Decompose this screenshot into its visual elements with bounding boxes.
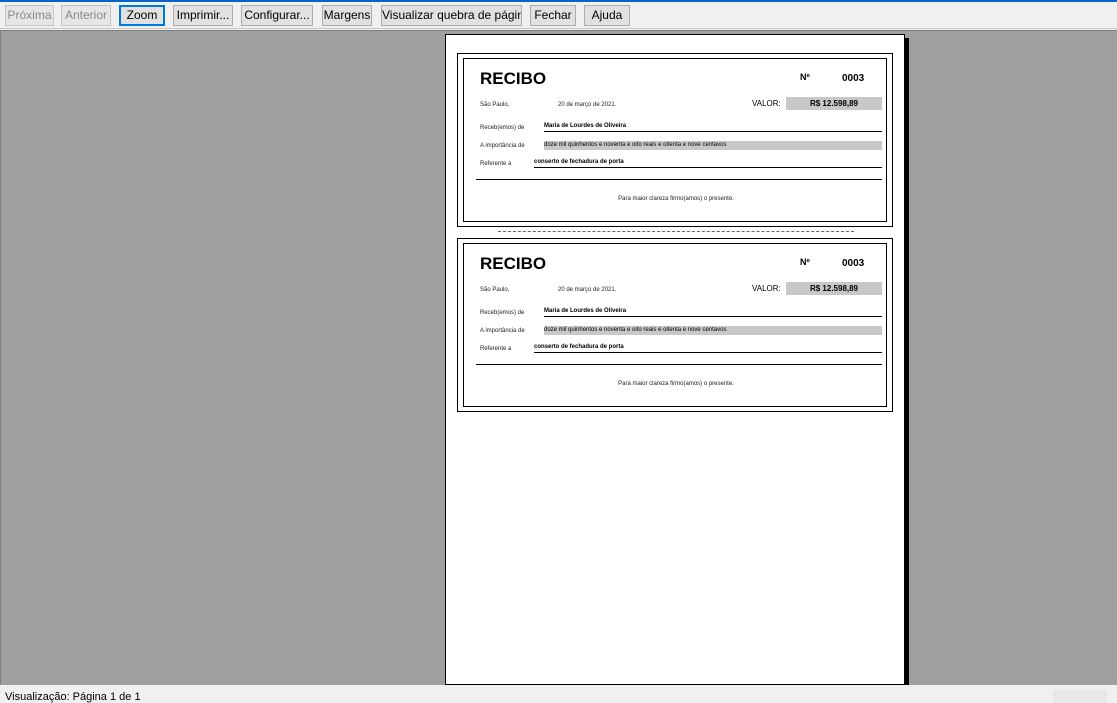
print-button[interactable]: Imprimir... bbox=[173, 5, 233, 26]
receipt-separator bbox=[476, 364, 882, 365]
close-button[interactable]: Fechar bbox=[530, 5, 576, 26]
receipt-number: 0003 bbox=[842, 258, 865, 269]
resize-grip[interactable] bbox=[1053, 690, 1107, 703]
preview-area[interactable]: RECIBO Nº 0003 São Paulo, 20 de março de… bbox=[0, 30, 1117, 685]
received-from-label: Receb(emos) de bbox=[480, 310, 525, 316]
preview-page[interactable]: RECIBO Nº 0003 São Paulo, 20 de março de… bbox=[445, 34, 905, 685]
reference-value: conserto de fechadura de porta bbox=[534, 159, 882, 168]
receipt-value-label: VALOR: bbox=[752, 284, 781, 293]
receipt-value: R$ 12.598,89 bbox=[786, 282, 882, 295]
zoom-button[interactable]: Zoom bbox=[119, 5, 165, 26]
received-from-value: Maria de Lourdes de Oliveira bbox=[544, 123, 882, 132]
amount-words-value: doze mil quinhentos e noventa e oito rea… bbox=[544, 141, 882, 150]
receipt-2: RECIBO Nº 0003 São Paulo, 20 de março de… bbox=[457, 238, 893, 412]
receipt-value-label: VALOR: bbox=[752, 99, 781, 108]
reference-label: Referente a bbox=[480, 161, 512, 167]
print-preview-toolbar: Próxima Anterior Zoom Imprimir... Config… bbox=[0, 2, 1117, 29]
help-button[interactable]: Ajuda bbox=[584, 5, 630, 26]
amount-words-value: doze mil quinhentos e noventa e oito rea… bbox=[544, 326, 882, 335]
receipt-city: São Paulo, bbox=[480, 287, 510, 293]
reference-value: conserto de fechadura de porta bbox=[534, 344, 882, 353]
page-break-preview-button[interactable]: Visualizar quebra de página bbox=[381, 5, 522, 26]
amount-label: A importância de bbox=[480, 328, 525, 334]
status-text: Visualização: Página 1 de 1 bbox=[5, 691, 141, 703]
received-from-value: Maria de Lourdes de Oliveira bbox=[544, 308, 882, 317]
margins-button[interactable]: Margens bbox=[322, 5, 372, 26]
receipt-date: 20 de março de 2021. bbox=[558, 287, 617, 293]
receipt-city: São Paulo, bbox=[480, 102, 510, 108]
amount-label: A importância de bbox=[480, 143, 525, 149]
receipt-footer: Para maior clareza firmo(amos) o present… bbox=[618, 381, 734, 387]
status-bar: Visualização: Página 1 de 1 bbox=[0, 686, 1117, 703]
next-page-button[interactable]: Próxima bbox=[5, 5, 54, 26]
previous-page-button[interactable]: Anterior bbox=[61, 5, 111, 26]
receipt-number-label: Nº bbox=[800, 72, 810, 82]
receipt-title: RECIBO bbox=[480, 254, 547, 273]
receipt-number: 0003 bbox=[842, 73, 865, 84]
receipt-value: R$ 12.598,89 bbox=[786, 97, 882, 110]
cut-line bbox=[498, 231, 854, 232]
receipt-title: RECIBO bbox=[480, 69, 547, 88]
receipt-1: RECIBO Nº 0003 São Paulo, 20 de março de… bbox=[457, 53, 893, 227]
receipt-number-label: Nº bbox=[800, 257, 810, 267]
receipt-1-frame: RECIBO Nº 0003 São Paulo, 20 de março de… bbox=[463, 58, 887, 222]
receipt-2-frame: RECIBO Nº 0003 São Paulo, 20 de março de… bbox=[463, 243, 887, 407]
received-from-label: Receb(emos) de bbox=[480, 125, 525, 131]
reference-label: Referente a bbox=[480, 346, 512, 352]
receipt-date: 20 de março de 2021. bbox=[558, 102, 617, 108]
page-setup-button[interactable]: Configurar... bbox=[241, 5, 313, 26]
receipt-footer: Para maior clareza firmo(amos) o present… bbox=[618, 196, 734, 202]
receipt-separator bbox=[476, 179, 882, 180]
